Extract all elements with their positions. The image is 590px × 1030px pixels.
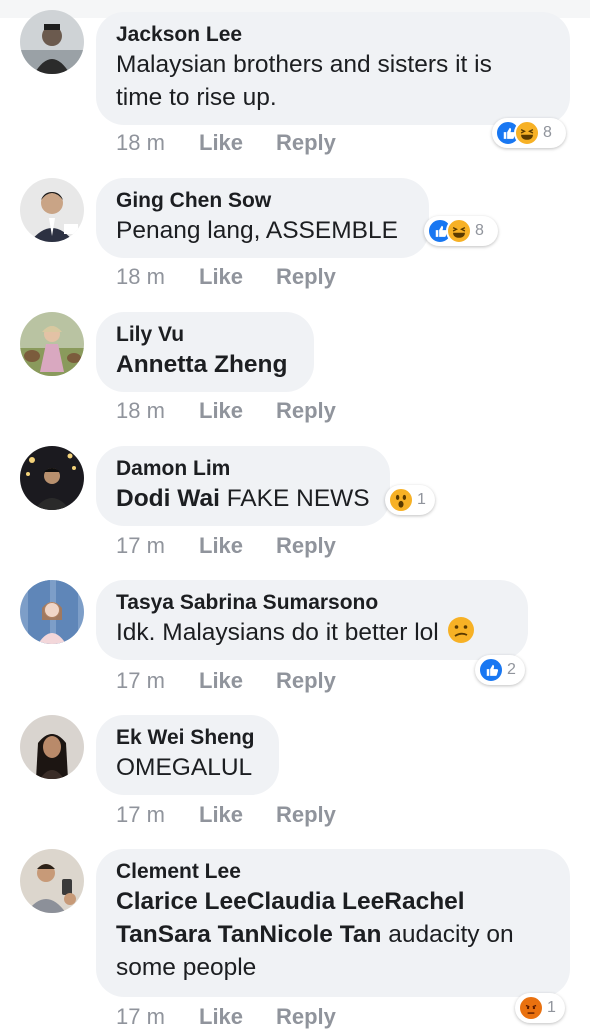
like-button[interactable]: Like bbox=[199, 668, 276, 694]
comment-time[interactable]: 18 m bbox=[116, 264, 199, 290]
mentioned-user[interactable]: Dodi Wai bbox=[116, 485, 220, 512]
comment-bubble: Jackson Lee Malaysian brothers and siste… bbox=[96, 12, 570, 125]
reaction-count: 8 bbox=[543, 124, 552, 141]
comment-meta: 17 m Like Reply bbox=[116, 533, 336, 559]
comment-author[interactable]: Damon Lim bbox=[116, 456, 370, 482]
comment-meta: 17 m Like Reply bbox=[116, 1004, 336, 1030]
like-button[interactable]: Like bbox=[199, 1004, 276, 1030]
comment-bubble: Lily Vu Annetta Zheng bbox=[96, 312, 314, 392]
avatar[interactable] bbox=[20, 715, 84, 779]
comment-author[interactable]: Lily Vu bbox=[116, 322, 294, 348]
comment-author[interactable]: Clement Lee bbox=[116, 859, 550, 885]
mentioned-users[interactable]: Clarice LeeClaudia LeeRachel bbox=[116, 885, 550, 918]
reply-button[interactable]: Reply bbox=[276, 264, 336, 290]
like-button[interactable]: Like bbox=[199, 264, 276, 290]
reply-button[interactable]: Reply bbox=[276, 398, 336, 424]
comment-meta: 18 m Like Reply bbox=[116, 398, 336, 424]
like-icon bbox=[478, 657, 504, 683]
comment-author[interactable]: Ging Chen Sow bbox=[116, 188, 409, 214]
comment-bubble: Clement Lee Clarice LeeClaudia LeeRachel… bbox=[96, 849, 570, 997]
comment-bubble: Damon Lim Dodi Wai FAKE NEWS bbox=[96, 446, 390, 526]
reaction-count: 1 bbox=[547, 999, 556, 1016]
reaction-summary[interactable]: 8 bbox=[492, 118, 566, 148]
comment-text: Clarice LeeClaudia LeeRachel TanSara Tan… bbox=[116, 885, 550, 984]
angry-icon bbox=[518, 995, 544, 1021]
comment-bubble: Ging Chen Sow Penang lang, ASSEMBLE bbox=[96, 178, 429, 258]
reaction-summary[interactable]: 8 bbox=[424, 216, 498, 246]
comment-meta: 18 m Like Reply bbox=[116, 264, 336, 290]
mentioned-users[interactable]: TanSara TanNicole Tan bbox=[116, 921, 381, 948]
avatar[interactable] bbox=[20, 312, 84, 376]
avatar[interactable] bbox=[20, 849, 84, 913]
comment-author[interactable]: Jackson Lee bbox=[116, 22, 550, 48]
comment-bubble: Tasya Sabrina Sumarsono Idk. Malaysians … bbox=[96, 580, 528, 660]
reaction-count: 8 bbox=[475, 222, 484, 239]
like-button[interactable]: Like bbox=[199, 802, 276, 828]
comment-author[interactable]: Ek Wei Sheng bbox=[116, 725, 259, 751]
comment-time[interactable]: 17 m bbox=[116, 668, 199, 694]
comment-text: OMEGALUL bbox=[116, 754, 253, 781]
reply-button[interactable]: Reply bbox=[276, 533, 336, 559]
reply-button[interactable]: Reply bbox=[276, 668, 336, 694]
haha-icon bbox=[446, 218, 472, 244]
mentioned-user[interactable]: Annetta Zheng bbox=[116, 348, 294, 381]
reaction-summary[interactable]: 2 bbox=[475, 655, 525, 685]
reaction-summary[interactable]: 1 bbox=[515, 993, 565, 1023]
avatar[interactable] bbox=[20, 580, 84, 644]
comment-time[interactable]: 17 m bbox=[116, 533, 199, 559]
comment-bubble: Ek Wei Sheng OMEGALUL bbox=[96, 715, 279, 795]
comment-time[interactable]: 18 m bbox=[116, 130, 199, 156]
like-button[interactable]: Like bbox=[199, 130, 276, 156]
like-button[interactable]: Like bbox=[199, 398, 276, 424]
reply-button[interactable]: Reply bbox=[276, 130, 336, 156]
comment-text: Dodi Wai FAKE NEWS bbox=[116, 485, 370, 512]
comment-meta: 18 m Like Reply bbox=[116, 130, 336, 156]
reaction-count: 2 bbox=[507, 661, 516, 678]
comment-time[interactable]: 18 m bbox=[116, 398, 199, 424]
confused-face-icon bbox=[447, 617, 474, 643]
avatar[interactable] bbox=[20, 10, 84, 74]
comment-meta: 17 m Like Reply bbox=[116, 668, 336, 694]
comment-time[interactable]: 17 m bbox=[116, 1004, 199, 1030]
reply-button[interactable]: Reply bbox=[276, 802, 336, 828]
avatar[interactable] bbox=[20, 178, 84, 242]
reaction-summary[interactable]: 1 bbox=[385, 485, 435, 515]
comment-text: Malaysian brothers and sisters it is tim… bbox=[116, 51, 492, 111]
like-button[interactable]: Like bbox=[199, 533, 276, 559]
reaction-count: 1 bbox=[417, 491, 426, 508]
haha-icon bbox=[514, 120, 540, 146]
reply-button[interactable]: Reply bbox=[276, 1004, 336, 1030]
avatar[interactable] bbox=[20, 446, 84, 510]
comment-time[interactable]: 17 m bbox=[116, 802, 199, 828]
comment-text: Idk. Malaysians do it better lol bbox=[116, 616, 508, 649]
comment-meta: 17 m Like Reply bbox=[116, 802, 336, 828]
wow-icon bbox=[388, 487, 414, 513]
comment-text: Penang lang, ASSEMBLE bbox=[116, 217, 398, 244]
comment-author[interactable]: Tasya Sabrina Sumarsono bbox=[116, 590, 508, 616]
